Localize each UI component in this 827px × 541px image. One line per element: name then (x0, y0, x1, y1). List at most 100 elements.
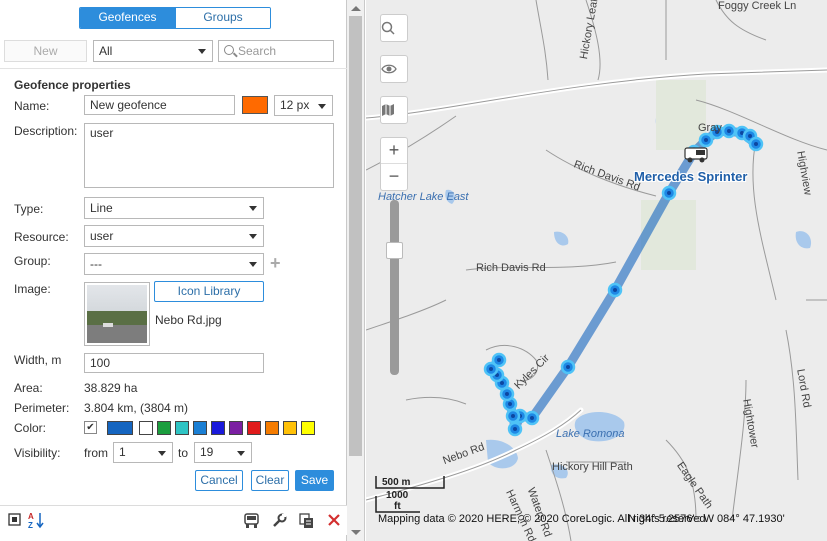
palette-swatch[interactable] (211, 421, 225, 435)
chevron-down-icon (237, 451, 245, 456)
route-overlay (483, 123, 764, 437)
zoom-slider-track[interactable] (390, 200, 399, 375)
divider (0, 68, 347, 69)
selected-color-swatch[interactable] (107, 421, 133, 435)
tab-groups[interactable]: Groups (175, 8, 270, 28)
name-field[interactable]: New geofence (84, 95, 235, 115)
map-label-lake-romona: Lake Romona (556, 428, 625, 440)
zoom-slider-handle[interactable] (386, 242, 403, 259)
route-point-center (511, 414, 515, 418)
route-point-center (566, 365, 570, 369)
scale-imperial-number: 1000 (386, 490, 409, 501)
vehicle-label[interactable]: Mercedes Sprinter (634, 169, 747, 184)
eye-icon (381, 64, 397, 74)
tab-bar: Geofences Groups (79, 7, 271, 29)
sort-az-icon[interactable]: A Z (28, 511, 46, 529)
vehicle-marker-icon[interactable] (682, 144, 712, 164)
svg-text:A: A (28, 512, 34, 521)
group-label: Group: (14, 254, 51, 268)
width-field[interactable]: 100 (84, 353, 264, 373)
palette-swatch[interactable] (283, 421, 297, 435)
palette-swatch[interactable] (157, 421, 171, 435)
scroll-down-icon[interactable] (351, 530, 361, 535)
save-button[interactable]: Save (295, 470, 334, 491)
image-thumbnail[interactable] (84, 282, 150, 346)
image-filename: Nebo Rd.jpg (155, 313, 222, 327)
filter-select[interactable]: All (93, 40, 213, 62)
route-point-center (754, 142, 758, 146)
visibility-to-select[interactable]: 19 (194, 442, 252, 463)
wrench-icon[interactable] (271, 513, 287, 529)
resource-value: user (90, 229, 114, 243)
map-view[interactable]: Mercedes Sprinter Foggy Creek Ln Hickory… (366, 0, 827, 541)
tab-geofences[interactable]: Geofences (80, 8, 175, 28)
palette-swatch[interactable] (247, 421, 261, 435)
route-point-center (508, 402, 512, 406)
route-point-center (727, 129, 731, 133)
chevron-down-icon (249, 234, 257, 239)
palette-swatch[interactable] (229, 421, 243, 435)
palette-swatch[interactable] (301, 421, 315, 435)
zoom-in-button[interactable]: + (381, 138, 407, 164)
route-point-center (497, 358, 501, 362)
group-select[interactable]: --- (84, 253, 264, 275)
filter-select-value: All (99, 44, 113, 58)
width-label: Width, m (14, 353, 62, 367)
new-button[interactable]: New (4, 40, 87, 62)
type-label: Type: (14, 202, 44, 216)
font-size-select[interactable]: 12 px (274, 95, 333, 116)
type-select[interactable]: Line (84, 197, 264, 219)
delete-icon[interactable] (327, 513, 341, 527)
palette-swatch[interactable] (139, 421, 153, 435)
color-checkbox[interactable]: ✔ (84, 421, 97, 434)
palette-swatch[interactable] (265, 421, 279, 435)
select-all-icon[interactable] (8, 513, 22, 527)
description-field[interactable]: user (84, 123, 334, 188)
visibility-label: Visibility: (14, 446, 61, 460)
panel-scrollbar[interactable] (347, 0, 365, 541)
route-point-center (500, 381, 504, 385)
search-icon (224, 45, 234, 55)
map-layers-button[interactable] (380, 96, 408, 124)
cursor-coordinates: N 34° 5.2576' : W 084° 47.1930' (628, 513, 785, 525)
vehicle-icon[interactable] (243, 513, 261, 529)
copy-icon[interactable] (299, 513, 315, 529)
type-value: Line (90, 201, 113, 215)
icon-library-button[interactable]: Icon Library (154, 281, 264, 302)
map-label-foggy-creek: Foggy Creek Ln (718, 0, 797, 12)
map-label-gray: Gray (698, 122, 722, 134)
clear-button[interactable]: Clear (251, 470, 289, 491)
visibility-from-value: 1 (119, 445, 126, 459)
map-label-hickory-hill: Hickory Hill Path (552, 461, 633, 473)
search-input[interactable] (238, 42, 330, 60)
geofence-panel: Geofences Groups New All Geofence proper… (0, 0, 347, 541)
map-label-rich-davis-2: Rich Davis Rd (476, 262, 546, 274)
area-value: 38.829 ha (84, 381, 138, 395)
scroll-up-icon[interactable] (351, 6, 361, 11)
palette-swatch[interactable] (193, 421, 207, 435)
bottom-toolbar: A Z (0, 505, 347, 535)
chevron-down-icon (249, 206, 257, 211)
scroll-thumb[interactable] (349, 16, 362, 456)
image-label: Image: (14, 282, 51, 296)
visibility-from-select[interactable]: 1 (113, 442, 173, 463)
zoom-control: + − (380, 137, 408, 191)
thumbnail-trees (87, 311, 147, 325)
chevron-down-icon (318, 104, 326, 109)
cancel-button[interactable]: Cancel (195, 470, 243, 491)
add-group-icon[interactable]: + (270, 254, 281, 272)
chevron-down-icon (249, 262, 257, 267)
route-point-center (748, 134, 752, 138)
name-color-picker[interactable] (242, 96, 268, 114)
route-point-center (613, 288, 617, 292)
scale-metric-label: 500 m (382, 477, 411, 488)
map-icon (382, 104, 394, 116)
area-label: Area: (14, 381, 43, 395)
map-visibility-button[interactable] (380, 55, 408, 83)
palette-swatch[interactable] (175, 421, 189, 435)
visibility-to-label: to (178, 446, 189, 460)
zoom-out-button[interactable]: − (381, 164, 407, 190)
map-search-button[interactable] (380, 14, 408, 42)
chevron-down-icon (198, 49, 206, 54)
resource-select[interactable]: user (84, 225, 264, 247)
